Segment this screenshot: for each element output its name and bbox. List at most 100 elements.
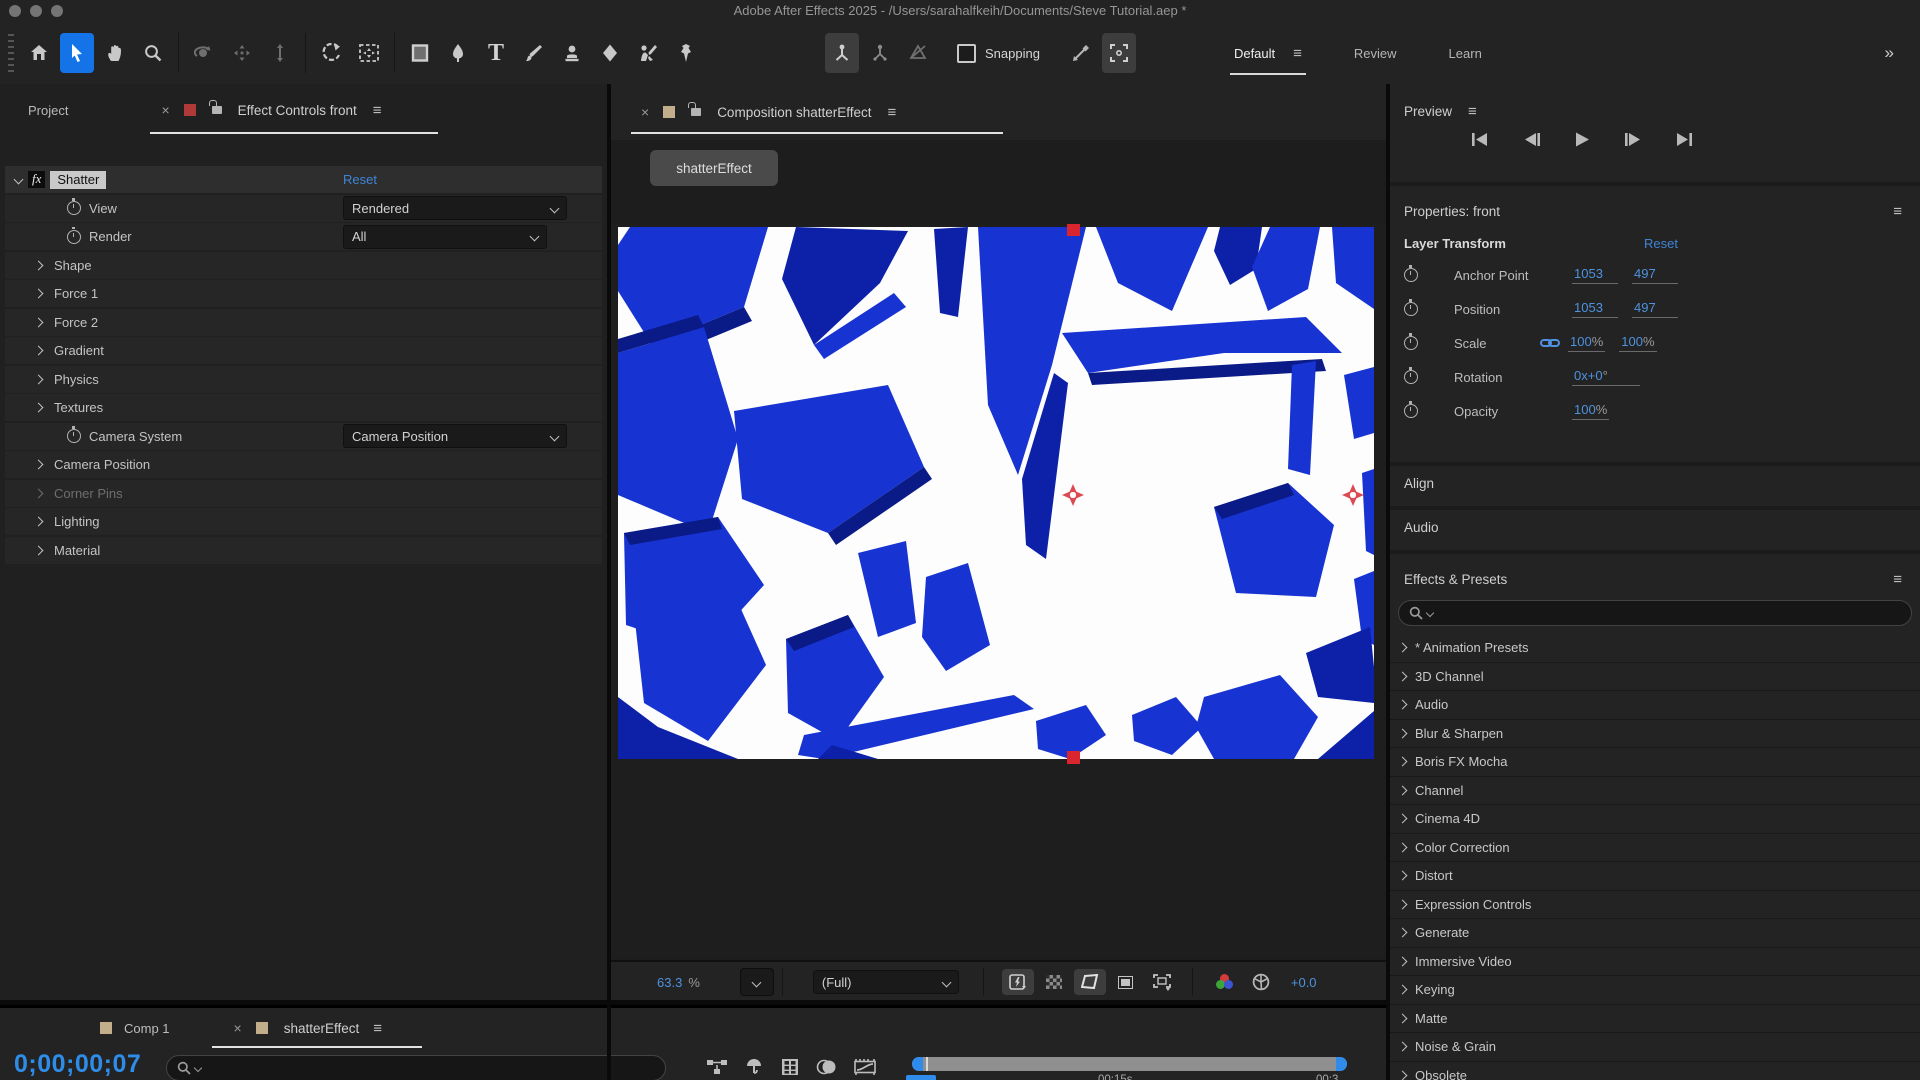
panel-menu-icon[interactable]: ≡ bbox=[1893, 571, 1902, 588]
category-matte[interactable]: Matte bbox=[1390, 1005, 1920, 1034]
clone-stamp-tool-icon[interactable] bbox=[555, 33, 589, 73]
expand-chevron-icon[interactable] bbox=[34, 346, 44, 356]
orbit-camera-tool-icon[interactable] bbox=[187, 33, 221, 73]
panel-menu-icon[interactable]: ≡ bbox=[373, 1020, 382, 1037]
current-timecode[interactable]: 0;00;00;07 bbox=[14, 1050, 141, 1079]
world-axis-mode-icon[interactable] bbox=[863, 33, 897, 73]
view-dropdown[interactable]: Rendered bbox=[343, 196, 567, 220]
layer-bottom-handle[interactable] bbox=[1067, 751, 1080, 764]
camera-bounds-tool-icon[interactable] bbox=[352, 33, 386, 73]
anchor-point-crosshair[interactable] bbox=[1061, 483, 1085, 507]
dolly-camera-tool-icon[interactable] bbox=[263, 33, 297, 73]
render-dropdown[interactable]: All bbox=[343, 225, 547, 249]
zoom-value[interactable]: 63.3 bbox=[657, 975, 682, 990]
tab-project[interactable]: Project bbox=[28, 103, 68, 118]
snap-bounds-icon[interactable] bbox=[1102, 33, 1136, 73]
close-tab-icon[interactable]: × bbox=[641, 104, 649, 120]
work-area-end-handle[interactable] bbox=[1336, 1057, 1347, 1071]
exposure-shutter-icon[interactable] bbox=[1245, 969, 1277, 995]
motion-blur-icon[interactable] bbox=[816, 1058, 838, 1079]
stopwatch-icon[interactable] bbox=[1404, 370, 1418, 384]
selection-tool-icon[interactable] bbox=[60, 33, 94, 73]
crop-region-icon[interactable] bbox=[1146, 969, 1178, 995]
expand-chevron-icon[interactable] bbox=[34, 289, 44, 299]
next-frame-button[interactable] bbox=[1615, 132, 1651, 150]
workspace-tab-learn[interactable]: Learn bbox=[1449, 23, 1482, 83]
toolbar-grip[interactable] bbox=[8, 34, 14, 72]
go-to-end-button[interactable] bbox=[1667, 132, 1703, 150]
transparency-grid-icon[interactable] bbox=[1038, 969, 1070, 995]
tab-composition[interactable]: Composition shatterEffect bbox=[717, 105, 871, 120]
workspace-tab-default[interactable]: Default ≡ bbox=[1234, 23, 1302, 83]
category-animation-presets[interactable]: * Animation Presets bbox=[1390, 634, 1920, 663]
category-expression-controls[interactable]: Expression Controls bbox=[1390, 891, 1920, 920]
category-boris-fx-mocha[interactable]: Boris FX Mocha bbox=[1390, 748, 1920, 777]
panel-menu-icon[interactable]: ≡ bbox=[373, 102, 382, 119]
layer-top-handle[interactable] bbox=[1067, 224, 1080, 236]
workspace-tab-review[interactable]: Review bbox=[1354, 23, 1397, 83]
search-options-chevron[interactable] bbox=[1426, 609, 1434, 617]
layer-transform-group[interactable]: Layer Transform bbox=[1404, 236, 1506, 251]
composition-mini-flowchart-icon[interactable] bbox=[706, 1058, 728, 1079]
workspace-menu-icon[interactable]: ≡ bbox=[1293, 45, 1302, 62]
expand-chevron-icon[interactable] bbox=[34, 374, 44, 384]
puppet-pin-tool-icon[interactable] bbox=[669, 33, 703, 73]
collapse-chevron-icon[interactable] bbox=[14, 175, 24, 185]
category-channel[interactable]: Channel bbox=[1390, 777, 1920, 806]
unlock-icon[interactable] bbox=[212, 106, 222, 114]
expand-chevron-icon[interactable] bbox=[34, 260, 44, 270]
more-workspaces-chevron[interactable]: » bbox=[1885, 43, 1894, 63]
effect-group-physics[interactable]: Physics bbox=[5, 366, 602, 393]
category-immersive-video[interactable]: Immersive Video bbox=[1390, 948, 1920, 977]
channel-rgb-icon[interactable] bbox=[1209, 969, 1241, 995]
effect-row-shatter[interactable]: fx Shatter Reset bbox=[5, 166, 602, 193]
category-distort[interactable]: Distort bbox=[1390, 862, 1920, 891]
effect-group-lighting[interactable]: Lighting bbox=[5, 508, 602, 535]
local-axis-mode-icon[interactable] bbox=[825, 33, 859, 73]
search-options-chevron[interactable] bbox=[194, 1064, 202, 1072]
playhead-line[interactable] bbox=[926, 1057, 928, 1071]
panel-menu-icon[interactable]: ≡ bbox=[1893, 203, 1902, 220]
play-button[interactable] bbox=[1566, 132, 1599, 150]
anchor-x-value[interactable]: 1053 bbox=[1572, 266, 1618, 284]
scale-y-value[interactable]: 100% bbox=[1619, 334, 1656, 352]
position-x-value[interactable]: 1053 bbox=[1572, 300, 1618, 318]
effect-group-camera-position[interactable]: Camera Position bbox=[5, 451, 602, 478]
effect-group-force2[interactable]: Force 2 bbox=[5, 309, 602, 336]
anchor-y-value[interactable]: 497 bbox=[1632, 266, 1678, 284]
rotation-value[interactable]: 0x+0° bbox=[1572, 368, 1640, 386]
align-panel[interactable]: Align bbox=[1390, 466, 1920, 506]
category-obsolete[interactable]: Obsolete bbox=[1390, 1062, 1920, 1080]
expand-chevron-icon[interactable] bbox=[34, 517, 44, 527]
category-cinema-4d[interactable]: Cinema 4D bbox=[1390, 805, 1920, 834]
opacity-value[interactable]: 100% bbox=[1572, 402, 1609, 420]
effect-group-gradient[interactable]: Gradient bbox=[5, 337, 602, 364]
stopwatch-icon[interactable] bbox=[1404, 268, 1418, 282]
expand-chevron-icon[interactable] bbox=[34, 317, 44, 327]
panel-menu-icon[interactable]: ≡ bbox=[1468, 103, 1477, 120]
category-audio[interactable]: Audio bbox=[1390, 691, 1920, 720]
work-area-bar[interactable] bbox=[912, 1057, 1347, 1071]
roto-brush-tool-icon[interactable] bbox=[631, 33, 665, 73]
stopwatch-icon[interactable] bbox=[1404, 336, 1418, 350]
shatter-preview-graphic[interactable] bbox=[618, 227, 1374, 759]
snapping-checkbox[interactable] bbox=[957, 44, 976, 63]
audio-panel[interactable]: Audio bbox=[1390, 510, 1920, 550]
resolution-dropdown[interactable]: (Full) bbox=[813, 970, 959, 994]
close-tab-icon[interactable]: × bbox=[234, 1020, 242, 1036]
zoom-dropdown-chevron[interactable] bbox=[740, 968, 774, 996]
hand-tool-icon[interactable] bbox=[98, 33, 132, 73]
tab-effect-controls[interactable]: Effect Controls front bbox=[238, 103, 357, 118]
panel-divider[interactable] bbox=[0, 1000, 1386, 1005]
playhead-indicator[interactable] bbox=[906, 1075, 936, 1080]
region-of-interest-icon[interactable] bbox=[1074, 969, 1106, 995]
panel-divider[interactable] bbox=[1386, 84, 1390, 1080]
timeline-search-input[interactable] bbox=[166, 1055, 666, 1080]
position-y-value[interactable]: 497 bbox=[1632, 300, 1678, 318]
rectangle-tool-icon[interactable] bbox=[403, 33, 437, 73]
link-dimensions-icon[interactable] bbox=[1540, 337, 1560, 349]
rotation-tool-icon[interactable] bbox=[314, 33, 348, 73]
expand-chevron-icon[interactable] bbox=[34, 545, 44, 555]
go-to-start-button[interactable] bbox=[1462, 132, 1498, 150]
category-noise-grain[interactable]: Noise & Grain bbox=[1390, 1033, 1920, 1062]
